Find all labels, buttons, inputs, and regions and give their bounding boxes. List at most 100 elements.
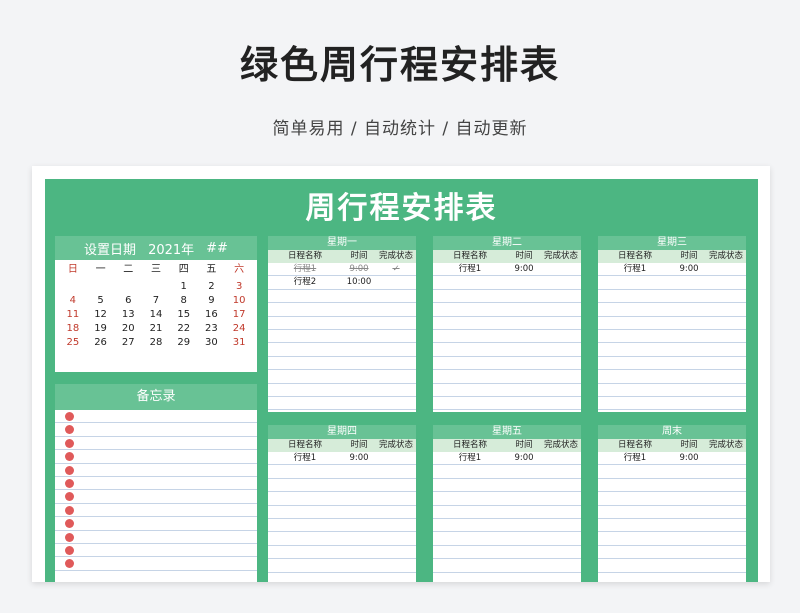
- memo-line[interactable]: [55, 450, 257, 464]
- schedule-time-cell[interactable]: [507, 317, 541, 329]
- schedule-time-cell[interactable]: [507, 303, 541, 315]
- schedule-row[interactable]: [598, 532, 746, 546]
- schedule-status-cell[interactable]: [706, 303, 746, 315]
- schedule-time-cell[interactable]: [342, 317, 376, 329]
- schedule-name-cell[interactable]: [433, 343, 507, 355]
- schedule-name-cell[interactable]: [268, 519, 342, 531]
- schedule-row[interactable]: [268, 519, 416, 533]
- schedule-time-cell[interactable]: [507, 276, 541, 288]
- schedule-row[interactable]: [598, 559, 746, 573]
- schedule-status-cell[interactable]: [541, 546, 581, 558]
- schedule-time-cell[interactable]: [507, 506, 541, 518]
- schedule-row[interactable]: 行程1 9:00 ✓: [268, 263, 416, 277]
- schedule-row[interactable]: [598, 276, 746, 290]
- schedule-row[interactable]: [433, 317, 581, 330]
- schedule-time-cell[interactable]: 9:00: [507, 452, 541, 464]
- schedule-time-cell[interactable]: 9:00: [342, 452, 376, 464]
- schedule-row[interactable]: [268, 559, 416, 573]
- calendar-day[interactable]: 22: [170, 322, 198, 336]
- schedule-name-cell[interactable]: [598, 357, 672, 369]
- memo-line[interactable]: [55, 477, 257, 491]
- calendar-day[interactable]: 29: [170, 336, 198, 350]
- schedule-name-cell[interactable]: [598, 465, 672, 477]
- schedule-time-cell[interactable]: 9:00: [507, 263, 541, 275]
- calendar-day[interactable]: 17: [225, 308, 253, 322]
- schedule-status-cell[interactable]: [541, 465, 581, 477]
- schedule-time-cell[interactable]: [342, 506, 376, 518]
- schedule-row[interactable]: [268, 532, 416, 546]
- schedule-row[interactable]: [268, 384, 416, 397]
- schedule-status-cell[interactable]: [376, 370, 416, 382]
- schedule-status-cell[interactable]: [376, 506, 416, 518]
- memo-line[interactable]: [55, 504, 257, 518]
- schedule-status-cell[interactable]: [706, 532, 746, 544]
- schedule-time-cell[interactable]: [342, 546, 376, 558]
- schedule-status-cell[interactable]: [541, 506, 581, 518]
- schedule-name-cell[interactable]: 行程1: [433, 263, 507, 275]
- memo-line[interactable]: [55, 423, 257, 437]
- schedule-time-cell[interactable]: [672, 532, 706, 544]
- schedule-name-cell[interactable]: [598, 519, 672, 531]
- schedule-time-cell[interactable]: [672, 506, 706, 518]
- schedule-time-cell[interactable]: 9:00: [672, 452, 706, 464]
- schedule-name-cell[interactable]: [433, 384, 507, 396]
- schedule-row[interactable]: [433, 290, 581, 304]
- schedule-name-cell[interactable]: [598, 303, 672, 315]
- schedule-name-cell[interactable]: [598, 492, 672, 504]
- schedule-row[interactable]: [268, 357, 416, 371]
- schedule-status-cell[interactable]: [541, 559, 581, 571]
- schedule-name-cell[interactable]: 行程1: [598, 263, 672, 275]
- schedule-status-cell[interactable]: [706, 506, 746, 518]
- schedule-status-cell[interactable]: [376, 343, 416, 355]
- schedule-name-cell[interactable]: [598, 546, 672, 558]
- schedule-name-cell[interactable]: [433, 276, 507, 288]
- schedule-status-cell[interactable]: [541, 519, 581, 531]
- schedule-status-cell[interactable]: [541, 343, 581, 355]
- schedule-status-cell[interactable]: [376, 532, 416, 544]
- schedule-time-cell[interactable]: [342, 343, 376, 355]
- schedule-row[interactable]: [598, 357, 746, 371]
- schedule-time-cell[interactable]: [672, 465, 706, 477]
- schedule-time-cell[interactable]: 10:00: [342, 276, 376, 288]
- schedule-status-cell[interactable]: [541, 276, 581, 288]
- schedule-time-cell[interactable]: [507, 546, 541, 558]
- schedule-time-cell[interactable]: [672, 303, 706, 315]
- schedule-status-cell[interactable]: [706, 263, 746, 275]
- schedule-name-cell[interactable]: [433, 465, 507, 477]
- calendar-day[interactable]: 23: [198, 322, 226, 336]
- calendar-day[interactable]: 15: [170, 308, 198, 322]
- schedule-time-cell[interactable]: [507, 465, 541, 477]
- schedule-row[interactable]: [598, 506, 746, 519]
- schedule-time-cell[interactable]: [672, 384, 706, 396]
- schedule-time-cell[interactable]: 9:00: [672, 263, 706, 275]
- schedule-row[interactable]: [433, 519, 581, 533]
- schedule-time-cell[interactable]: [507, 343, 541, 355]
- schedule-row[interactable]: [433, 303, 581, 317]
- schedule-time-cell[interactable]: [507, 330, 541, 342]
- schedule-status-cell[interactable]: ✓: [376, 263, 416, 275]
- calendar-day[interactable]: 18: [59, 322, 87, 336]
- schedule-row[interactable]: [268, 465, 416, 479]
- schedule-row[interactable]: [433, 465, 581, 479]
- schedule-name-cell[interactable]: [433, 559, 507, 571]
- schedule-name-cell[interactable]: [433, 303, 507, 315]
- schedule-row[interactable]: [268, 330, 416, 344]
- schedule-status-cell[interactable]: [706, 559, 746, 571]
- calendar-day[interactable]: 24: [225, 322, 253, 336]
- schedule-status-cell[interactable]: [706, 343, 746, 355]
- schedule-name-cell[interactable]: [268, 343, 342, 355]
- schedule-name-cell[interactable]: 行程1: [433, 452, 507, 464]
- schedule-time-cell[interactable]: [507, 384, 541, 396]
- schedule-time-cell[interactable]: [672, 370, 706, 382]
- schedule-time-cell[interactable]: [507, 519, 541, 531]
- schedule-row[interactable]: [598, 384, 746, 397]
- calendar-day[interactable]: 4: [59, 294, 87, 308]
- calendar-day[interactable]: 10: [225, 294, 253, 308]
- calendar-day[interactable]: 5: [87, 294, 115, 308]
- schedule-status-cell[interactable]: [541, 452, 581, 464]
- schedule-status-cell[interactable]: [541, 290, 581, 302]
- memo-line[interactable]: [55, 531, 257, 544]
- schedule-row[interactable]: [268, 546, 416, 560]
- schedule-name-cell[interactable]: 行程1: [598, 452, 672, 464]
- schedule-time-cell[interactable]: [342, 559, 376, 571]
